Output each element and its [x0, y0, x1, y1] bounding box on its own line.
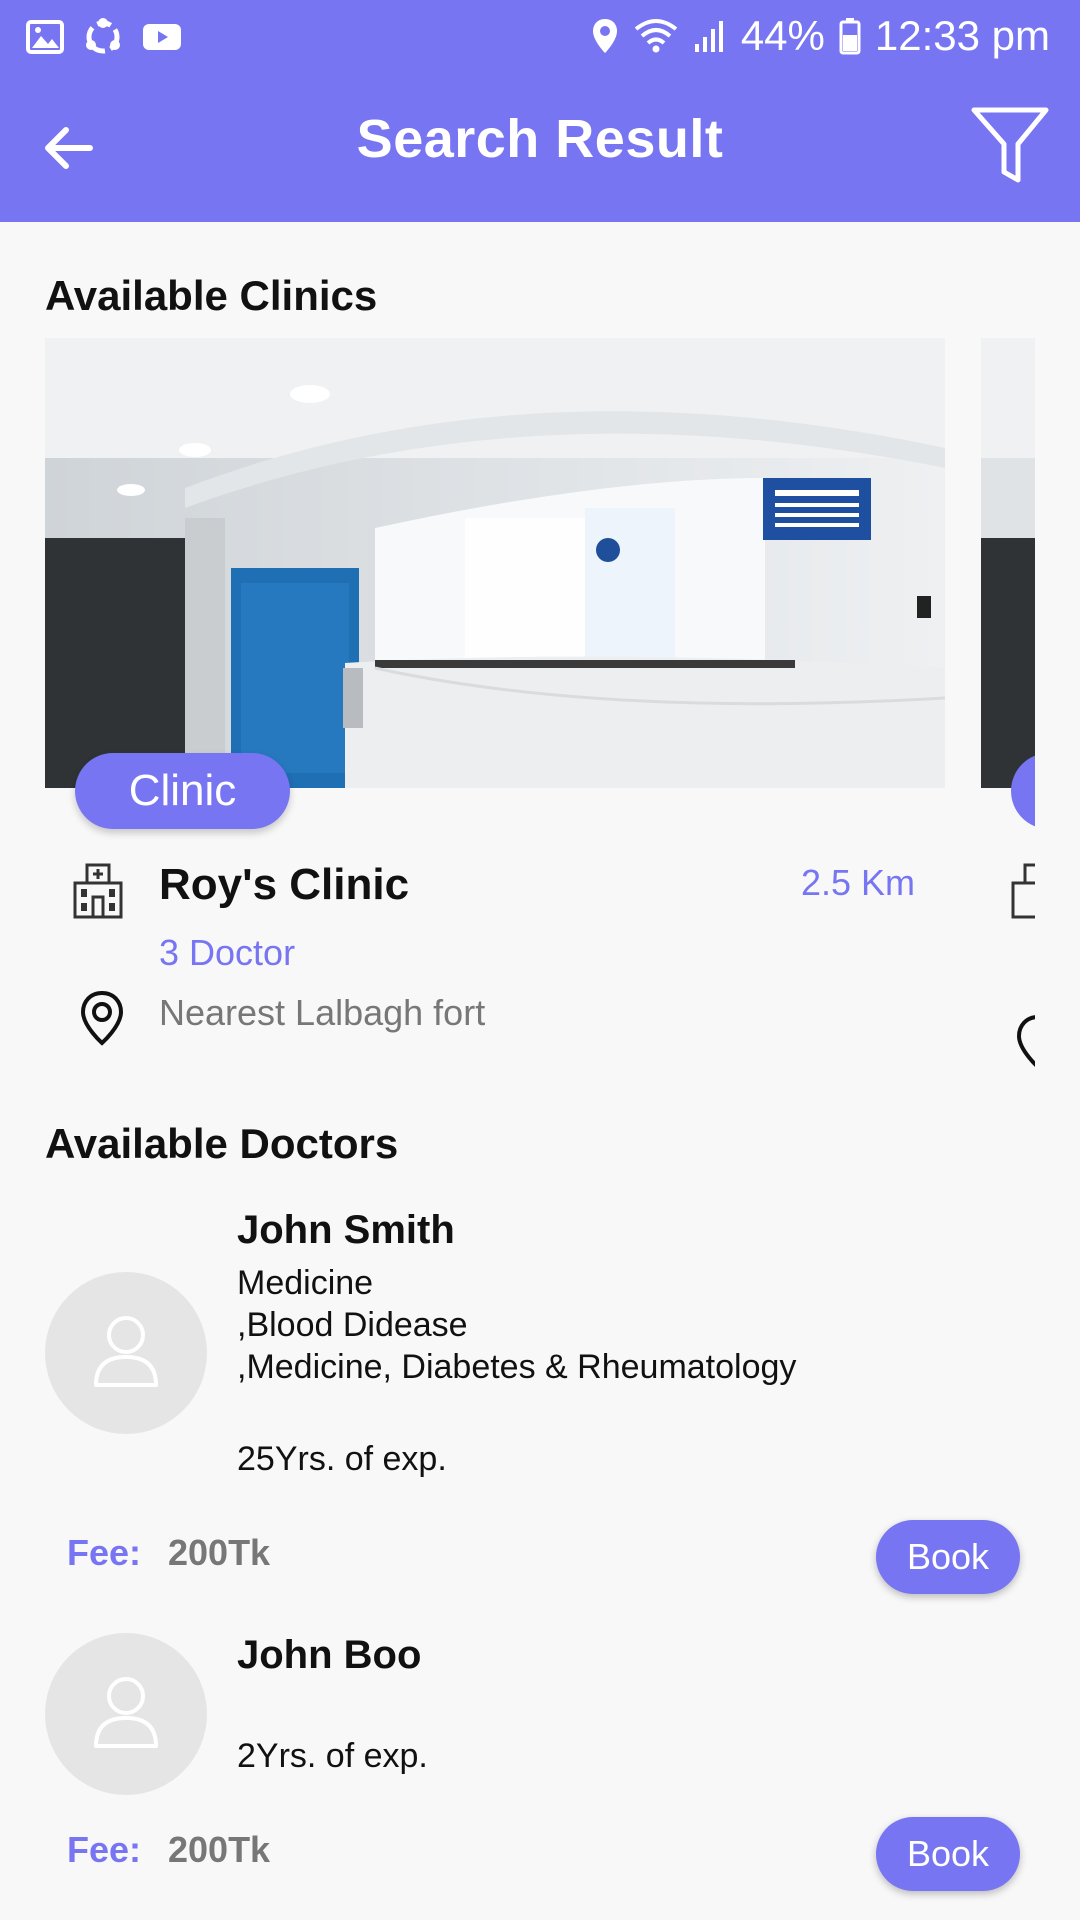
clinic-photo: [45, 338, 945, 788]
clinic-address: Nearest Lalbagh fort: [159, 992, 486, 1033]
image-icon: [26, 20, 64, 54]
wifi-icon: [633, 17, 679, 55]
doctors-section-title: Available Doctors: [45, 1120, 399, 1167]
book-button[interactable]: Book: [876, 1817, 1020, 1891]
doctor-name: John Smith: [237, 1208, 455, 1252]
hospital-icon: [1011, 863, 1035, 924]
location-icon: [591, 17, 619, 55]
clinic-card[interactable]: Clinic Roy's Clinic 2.5 Km 3 Doctor Near…: [45, 338, 945, 1078]
avatar: [45, 1272, 207, 1434]
sync-icon: [82, 16, 124, 58]
doctor-experience: 25Yrs. of exp.: [237, 1440, 447, 1478]
filter-icon: [970, 107, 1050, 190]
fee-label: Fee:: [67, 1829, 142, 1870]
book-button[interactable]: Book: [876, 1520, 1020, 1594]
clinic-distance: 2.5 Km: [800, 862, 915, 903]
clinics-section-title: Available Clinics: [45, 272, 378, 319]
clinic-type-chip: Clinic: [75, 753, 290, 829]
youtube-icon: [142, 22, 182, 52]
user-placeholder-icon: [91, 1674, 161, 1755]
battery-percent: 44%: [740, 12, 825, 59]
fee-value: 200Tk: [168, 1532, 271, 1573]
doctor-name: John Boo: [237, 1633, 422, 1677]
hospital-icon: [73, 863, 123, 919]
battery-icon: [839, 17, 861, 55]
location-pin-icon: [79, 990, 125, 1046]
signal-icon: [693, 18, 727, 54]
avatar: [45, 1633, 207, 1795]
clinic-photo: [981, 338, 1035, 788]
fee-label: Fee:: [67, 1532, 142, 1573]
app-header: 44% 12:33 pm Search Result: [0, 0, 1080, 222]
clinic-card-next[interactable]: [981, 338, 1035, 1078]
fee-value: 200Tk: [168, 1829, 271, 1870]
user-placeholder-icon: [91, 1313, 161, 1394]
filter-button[interactable]: [970, 104, 1050, 186]
location-pin-icon: [1015, 1014, 1035, 1075]
doctor-specialties: Medicine ,Blood Didease ,Medicine, Diabe…: [237, 1264, 797, 1386]
clinic-name: Roy's Clinic: [159, 860, 410, 909]
clinic-doctor-count: 3 Doctor: [159, 932, 296, 973]
doctor-experience: 2Yrs. of exp.: [237, 1737, 428, 1775]
status-bar: 44% 12:33 pm: [0, 0, 1080, 76]
page-title: Search Result: [356, 109, 724, 169]
clock: 12:33 pm: [874, 12, 1050, 59]
